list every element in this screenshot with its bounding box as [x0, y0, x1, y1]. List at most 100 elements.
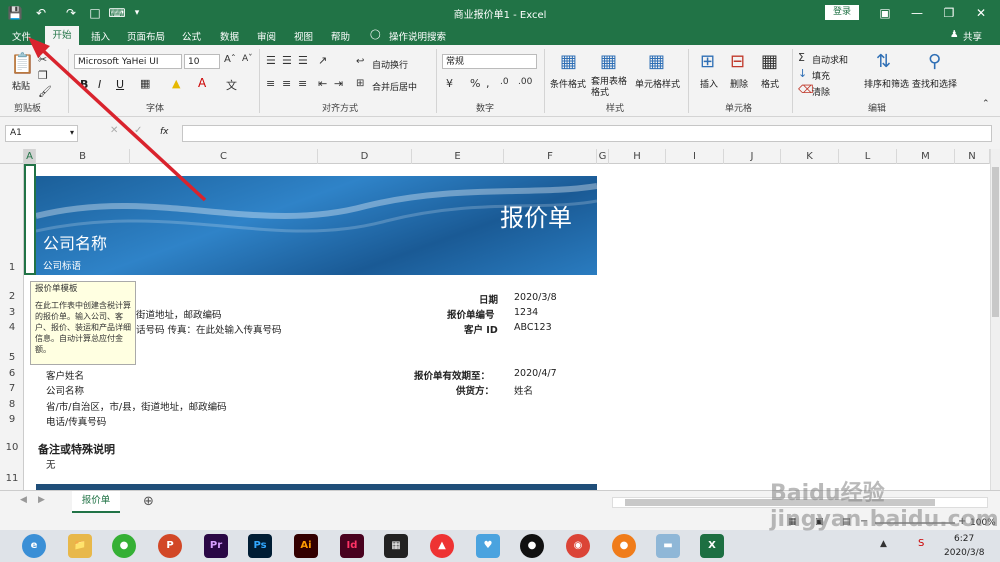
login-button[interactable]: 登录 [825, 5, 859, 20]
find-select-icon[interactable]: ⚲ [928, 51, 941, 72]
tab-view[interactable]: 视图 [294, 29, 313, 43]
cut-icon[interactable]: ✂ [38, 53, 47, 66]
tab-home[interactable]: 开始 [45, 26, 79, 45]
format-as-table-button[interactable]: 套用表格格式 [591, 77, 631, 99]
phonetic-icon[interactable]: 文 [226, 77, 237, 93]
column-header[interactable]: C [130, 149, 318, 164]
align-bottom-icon[interactable]: ☰ [298, 54, 308, 67]
column-header[interactable]: G [597, 149, 609, 164]
increase-decimal-icon[interactable]: .0 [500, 77, 509, 87]
row-header[interactable]: 8 [0, 399, 24, 410]
fill-color-icon[interactable]: ▲ [172, 77, 180, 90]
tool-app-icon[interactable]: ♥ [476, 534, 500, 558]
column-header[interactable]: I [666, 149, 724, 164]
row-header[interactable]: 9 [0, 414, 24, 425]
conditional-format-icon[interactable]: ▦ [560, 51, 577, 72]
paste-icon[interactable]: 📋 [10, 51, 35, 75]
merge-center-button[interactable]: 合并后居中 [372, 80, 417, 93]
sort-filter-icon[interactable]: ⇅ [876, 51, 891, 72]
format-cells-button[interactable]: 格式 [761, 77, 779, 90]
tab-file[interactable]: 文件 [12, 29, 31, 43]
decrease-decimal-icon[interactable]: .00 [518, 77, 532, 87]
prev-sheet-icon[interactable]: ◀ [20, 495, 27, 505]
indesign-icon[interactable]: Id [340, 534, 364, 558]
bold-button[interactable]: B [80, 78, 88, 91]
column-header[interactable]: K [781, 149, 839, 164]
chrome-icon[interactable]: ◉ [566, 534, 590, 558]
row-header[interactable]: 11 [0, 473, 24, 484]
input-method-icon[interactable]: S [918, 538, 924, 549]
tab-help[interactable]: 帮助 [331, 29, 350, 43]
column-header[interactable]: N [955, 149, 990, 164]
row-header[interactable]: 2 [0, 291, 24, 302]
excel-icon[interactable]: X [700, 534, 724, 558]
insert-cells-button[interactable]: 插入 [700, 77, 718, 90]
percent-icon[interactable]: % [470, 77, 480, 90]
italic-button[interactable]: I [98, 78, 101, 91]
font-size-select[interactable]: 10 [184, 54, 220, 69]
ribbon-display-icon[interactable]: ▣ [876, 4, 894, 22]
worksheet-grid[interactable]: 报价单 公司名称 公司标语 街道地址，邮政编码 话号码 传真：在此处输入传真号码… [24, 164, 990, 490]
column-header[interactable]: H [609, 149, 666, 164]
share-button[interactable]: 共享 [963, 29, 982, 43]
illustrator-icon[interactable]: Ai [294, 534, 318, 558]
scrollbar-thumb[interactable] [992, 167, 999, 317]
tell-me-search[interactable]: 操作说明搜索 [389, 29, 446, 43]
cell-styles-button[interactable]: 单元格样式 [635, 77, 680, 90]
maximize-icon[interactable]: ❐ [940, 4, 958, 22]
paste-button[interactable]: 粘贴 [12, 79, 30, 92]
conditional-format-button[interactable]: 条件格式 [550, 77, 586, 90]
row-header[interactable]: 7 [0, 383, 24, 394]
format-cells-icon[interactable]: ▦ [761, 51, 778, 72]
row-header[interactable]: 10 [0, 442, 24, 453]
next-sheet-icon[interactable]: ▶ [38, 495, 45, 505]
network-icon[interactable]: ▲ [880, 539, 887, 549]
delete-cells-button[interactable]: 删除 [730, 77, 748, 90]
close-icon[interactable]: ✕ [972, 4, 990, 22]
fill-button[interactable]: 填充 [812, 69, 830, 82]
video-editor-icon[interactable]: ▦ [384, 534, 408, 558]
row-header[interactable]: 4 [0, 322, 24, 333]
align-center-icon[interactable]: ≡ [282, 77, 291, 90]
font-name-select[interactable]: Microsoft YaHei UI [74, 54, 182, 69]
sheet-tab-quote[interactable]: 报价单 [72, 491, 120, 513]
align-top-icon[interactable]: ☰ [266, 54, 276, 67]
column-header[interactable]: M [897, 149, 955, 164]
wrap-text-button[interactable]: 自动换行 [372, 58, 408, 71]
row-header[interactable]: 6 [0, 368, 24, 379]
find-select-button[interactable]: 查找和选择 [912, 77, 957, 90]
align-middle-icon[interactable]: ☰ [282, 54, 292, 67]
column-header[interactable]: L [839, 149, 897, 164]
increase-font-icon[interactable]: Aˆ [224, 54, 236, 65]
browser-360-icon[interactable]: e [22, 534, 46, 558]
wechat-icon[interactable]: ● [112, 534, 136, 558]
sort-filter-button[interactable]: 排序和筛选 [864, 77, 909, 90]
collapse-ribbon-icon[interactable]: ⌃ [982, 99, 990, 109]
notes-app-icon[interactable]: ▬ [656, 534, 680, 558]
orientation-icon[interactable]: ↗ [318, 54, 327, 67]
enter-formula-icon[interactable]: ✓ [134, 125, 142, 136]
autosum-button[interactable]: 自动求和 [812, 53, 848, 66]
select-all-corner[interactable] [0, 149, 24, 164]
align-left-icon[interactable]: ≡ [266, 77, 275, 90]
outdent-icon[interactable]: ⇥ [334, 77, 343, 90]
qq-icon[interactable]: ● [520, 534, 544, 558]
powerpoint-icon[interactable]: P [158, 534, 182, 558]
photoshop-icon[interactable]: Ps [248, 534, 272, 558]
add-sheet-icon[interactable]: ⊕ [143, 494, 154, 509]
premiere-icon[interactable]: Pr [204, 534, 228, 558]
tab-review[interactable]: 审阅 [257, 29, 276, 43]
cell-styles-icon[interactable]: ▦ [648, 51, 665, 72]
tab-formulas[interactable]: 公式 [182, 29, 201, 43]
format-as-table-icon[interactable]: ▦ [600, 51, 617, 72]
insert-function-button[interactable]: fx [160, 127, 169, 137]
clear-button[interactable]: 清除 [812, 85, 830, 98]
column-header[interactable]: B [36, 149, 130, 164]
name-box[interactable]: A1 ▾ [5, 125, 78, 142]
app-icon[interactable]: ▲ [430, 534, 454, 558]
align-right-icon[interactable]: ≡ [298, 77, 307, 90]
file-explorer-icon[interactable]: 📁 [68, 534, 92, 558]
formula-input[interactable] [182, 125, 992, 142]
cancel-formula-icon[interactable]: ✕ [110, 125, 118, 136]
tab-data[interactable]: 数据 [220, 29, 239, 43]
